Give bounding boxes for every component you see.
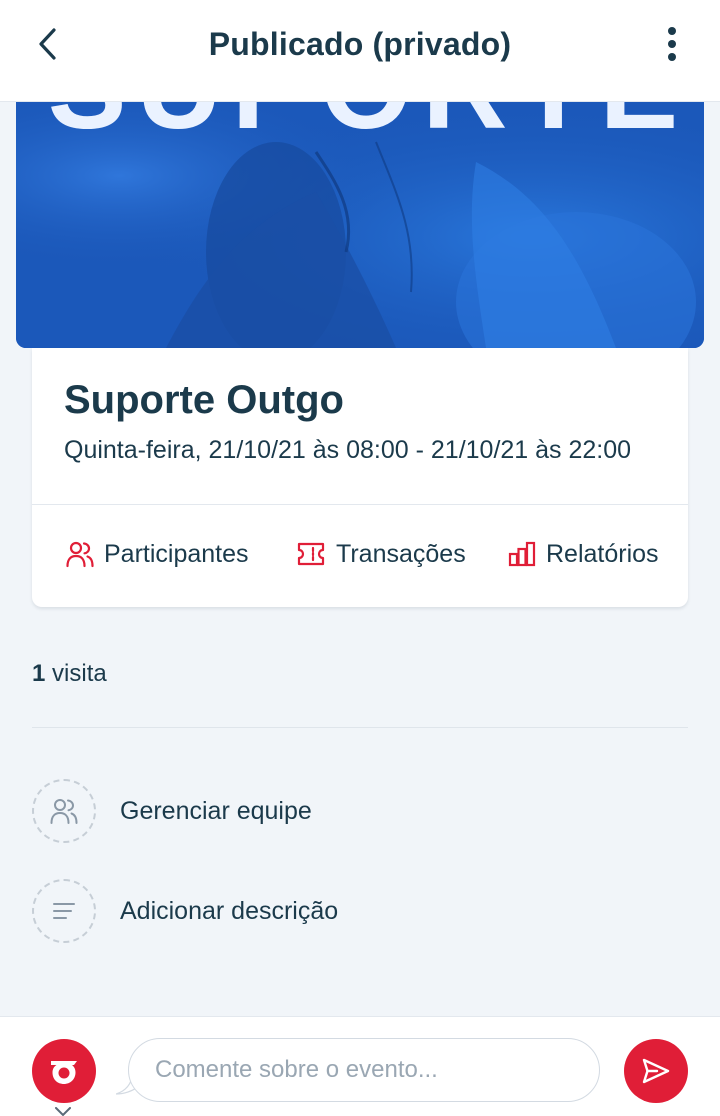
comment-bar [0,1016,720,1116]
manage-team-label: Gerenciar equipe [120,796,312,825]
add-description-label: Adicionar descrição [120,896,339,925]
participants-label: Participantes [104,539,249,568]
users-icon [50,799,78,824]
event-banner-image: SUPORTE [16,102,704,348]
ticket-icon [297,542,325,566]
text-align-icon [53,903,75,919]
send-icon [642,1058,670,1084]
bar-chart-icon [508,541,536,567]
banner-title: SUPORTE [48,102,688,154]
event-card: Suporte Outgo Quinta-feira, 21/10/21 às … [32,348,688,607]
manage-team-icon-circle [32,779,96,843]
reports-label: Relatórios [546,539,659,568]
reports-button[interactable]: Relatórios [508,536,659,572]
users-icon [66,541,94,568]
participants-button[interactable]: Participantes [66,536,249,572]
more-options-button[interactable] [648,18,696,70]
add-description-icon-circle [32,879,96,943]
page-title: Publicado (privado) [208,26,512,62]
send-button[interactable] [624,1039,688,1103]
divider [32,727,688,728]
chevron-down-icon [55,1107,71,1116]
visits-label: visita [52,660,107,687]
comment-input[interactable] [155,1056,573,1084]
more-vertical-icon [668,27,676,61]
outgo-logo-icon [51,1061,77,1084]
event-title: Suporte Outgo [64,378,344,422]
app-header: Publicado (privado) [0,0,720,102]
divider [32,504,688,505]
user-avatar[interactable] [32,1039,96,1103]
event-date: Quinta-feira, 21/10/21 às 08:00 - 21/10/… [64,436,632,464]
visits-number: 1 [32,660,46,687]
comment-field[interactable] [128,1038,600,1102]
transactions-button[interactable]: Transações [296,536,466,572]
transactions-label: Transações [336,539,466,568]
manage-team-item[interactable]: Gerenciar equipe [32,779,632,843]
visits-count: 1 visita [32,660,107,688]
add-description-item[interactable]: Adicionar descrição [32,879,632,943]
